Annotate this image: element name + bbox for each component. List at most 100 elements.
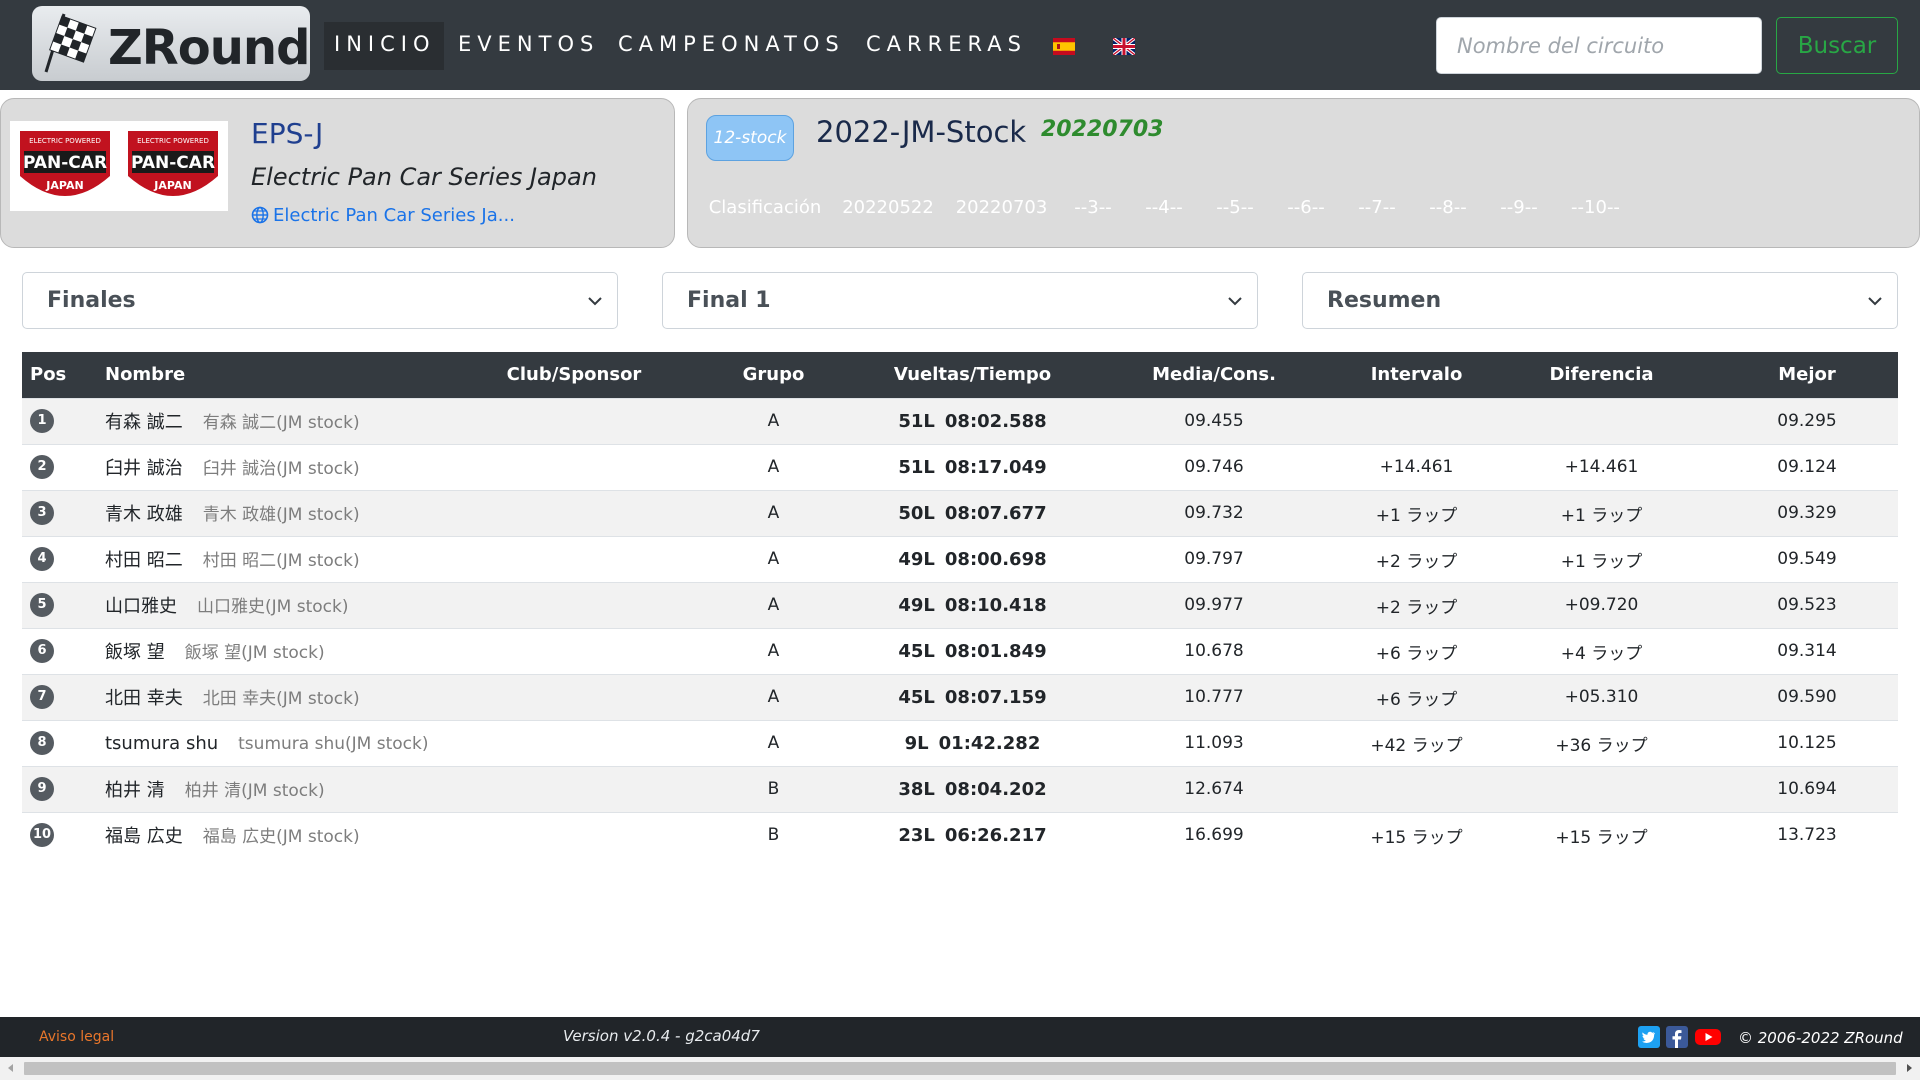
driver-registration: 山口雅史(JM stock) bbox=[197, 597, 349, 617]
col-header-difference[interactable]: Diferencia bbox=[1487, 352, 1716, 398]
driver-name[interactable]: 飯塚 望 bbox=[105, 642, 165, 663]
table-row[interactable]: 10 福島 広史 福島 広史(JM stock) B 23L 06:26.217 16.69… bbox=[22, 811, 1898, 858]
club-website-link[interactable]: Electric Pan Car Series Ja... bbox=[251, 205, 515, 226]
nav-eventos[interactable]: EVENTOS bbox=[458, 0, 599, 90]
search-button[interactable]: Buscar bbox=[1776, 17, 1898, 74]
driver-name[interactable]: 有森 誠二 bbox=[105, 412, 183, 433]
view-value: Resumen bbox=[1327, 288, 1442, 313]
name-cell: 村田 昭二 村田 昭二(JM stock) bbox=[90, 535, 464, 582]
youtube-icon[interactable] bbox=[1695, 1026, 1721, 1048]
scrollbar-thumb[interactable] bbox=[24, 1062, 1896, 1075]
round-button[interactable]: --4-- bbox=[1135, 185, 1193, 231]
driver-name[interactable]: tsumura shu bbox=[105, 733, 218, 754]
col-header-club[interactable]: Club/Sponsor bbox=[464, 352, 684, 398]
driver-name[interactable]: 山口雅史 bbox=[105, 596, 177, 617]
scroll-right-icon[interactable] bbox=[1902, 1061, 1916, 1075]
group-cell: A bbox=[684, 627, 863, 674]
driver-name[interactable]: 北田 幸夫 bbox=[105, 688, 183, 709]
difference-cell bbox=[1487, 397, 1716, 444]
average-cell: 09.746 bbox=[1082, 443, 1346, 490]
twitter-icon[interactable] bbox=[1638, 1026, 1660, 1048]
laps-value: 45L bbox=[898, 640, 935, 662]
interval-cell: +2 ラップ bbox=[1346, 581, 1487, 628]
difference-cell: +09.720 bbox=[1487, 581, 1716, 628]
flag-gb-icon[interactable] bbox=[1113, 38, 1135, 55]
nav-campeonatos[interactable]: CAMPEONATOS bbox=[618, 0, 845, 90]
table-row[interactable]: 7 北田 幸夫 北田 幸夫(JM stock) A 45L 08:07.159 10.777… bbox=[22, 673, 1898, 720]
table-row[interactable]: 2 臼井 誠治 臼井 誠治(JM stock) A 51L 08:17.049 09.746… bbox=[22, 443, 1898, 490]
session-select[interactable]: Final 1 bbox=[662, 272, 1258, 329]
table-row[interactable]: 1 有森 誠二 有森 誠二(JM stock) A 51L 08:02.588 09.455… bbox=[22, 397, 1898, 444]
col-header-pos[interactable]: Pos bbox=[22, 352, 90, 398]
round-button[interactable]: --5-- bbox=[1206, 185, 1264, 231]
time-value: 08:04.202 bbox=[944, 778, 1047, 800]
interval-cell: +15 ラップ bbox=[1346, 811, 1487, 858]
position-badge: 4 bbox=[30, 547, 54, 571]
interval-cell: +2 ラップ bbox=[1346, 535, 1487, 582]
flag-es-icon[interactable] bbox=[1053, 38, 1075, 55]
round-button[interactable]: 20220522 bbox=[838, 185, 938, 231]
driver-name[interactable]: 村田 昭二 bbox=[105, 550, 183, 571]
circuit-search-input[interactable] bbox=[1436, 17, 1762, 74]
view-select[interactable]: Resumen bbox=[1302, 272, 1898, 329]
laps-value: 49L bbox=[898, 594, 935, 616]
best-lap-cell: 09.329 bbox=[1716, 489, 1898, 536]
col-header-name[interactable]: Nombre bbox=[90, 352, 464, 398]
round-button[interactable]: 20220703 bbox=[951, 185, 1052, 231]
club-cell bbox=[464, 719, 684, 766]
driver-name[interactable]: 柏井 清 bbox=[105, 780, 165, 801]
table-row[interactable]: 8 tsumura shu tsumura shu(JM stock) A 9L 01:4… bbox=[22, 719, 1898, 766]
round-button[interactable]: --3-- bbox=[1064, 185, 1122, 231]
driver-name[interactable]: 臼井 誠治 bbox=[105, 458, 183, 479]
col-header-average[interactable]: Media/Cons. bbox=[1082, 352, 1346, 398]
chevron-down-icon bbox=[1228, 297, 1242, 306]
driver-registration: 北田 幸夫(JM stock) bbox=[202, 689, 360, 709]
round-button[interactable]: --9-- bbox=[1490, 185, 1548, 231]
round-button[interactable]: --7-- bbox=[1348, 185, 1406, 231]
driver-name[interactable]: 福島 広史 bbox=[105, 826, 183, 847]
class-badge[interactable]: 12-stock bbox=[706, 115, 794, 161]
laps-time-cell: 38L 08:04.202 bbox=[863, 765, 1082, 812]
average-cell: 16.699 bbox=[1082, 811, 1346, 858]
legal-link[interactable]: Aviso legal bbox=[39, 1029, 114, 1045]
table-row[interactable]: 6 飯塚 望飯塚 望(JM stock) A 45L 08:01.849 10.678 +6… bbox=[22, 627, 1898, 674]
nav-carreras[interactable]: CARRERAS bbox=[866, 0, 1027, 90]
championship-title: 2022-JM-Stock bbox=[816, 115, 1027, 149]
zround-logo[interactable]: ZRound bbox=[32, 6, 310, 81]
time-value: 08:00.698 bbox=[944, 548, 1047, 570]
group-cell: A bbox=[684, 443, 863, 490]
position-badge: 8 bbox=[30, 731, 54, 755]
table-row[interactable]: 5 山口雅史 山口雅史(JM stock) A 49L 08:10.418 09.977 +2… bbox=[22, 581, 1898, 628]
horizontal-scrollbar[interactable] bbox=[0, 1057, 1920, 1080]
laps-value: 23L bbox=[898, 824, 935, 846]
laps-time-cell: 45L 08:01.849 bbox=[863, 627, 1082, 674]
table-row[interactable]: 9 柏井 清柏井 清(JM stock) B 38L 08:04.202 12.674 10… bbox=[22, 765, 1898, 812]
club-cell bbox=[464, 443, 684, 490]
round-button[interactable]: --8-- bbox=[1419, 185, 1477, 231]
difference-cell: +05.310 bbox=[1487, 673, 1716, 720]
average-cell: 09.732 bbox=[1082, 489, 1346, 536]
col-header-group[interactable]: Grupo bbox=[684, 352, 863, 398]
facebook-icon[interactable] bbox=[1666, 1026, 1688, 1048]
col-header-laps-time[interactable]: Vueltas/Tiempo bbox=[863, 352, 1082, 398]
table-row[interactable]: 3 青木 政雄 青木 政雄(JM stock) A 50L 08:07.677 09.732… bbox=[22, 489, 1898, 536]
round-button[interactable]: --6-- bbox=[1277, 185, 1335, 231]
time-value: 01:42.282 bbox=[938, 732, 1041, 754]
driver-registration: 飯塚 望(JM stock) bbox=[184, 643, 325, 663]
svg-text:JAPAN: JAPAN bbox=[45, 179, 83, 192]
table-row[interactable]: 4 村田 昭二 村田 昭二(JM stock) A 49L 08:00.698 09.797… bbox=[22, 535, 1898, 582]
scroll-left-icon[interactable] bbox=[4, 1061, 18, 1075]
col-header-best[interactable]: Mejor bbox=[1716, 352, 1898, 398]
driver-registration: 青木 政雄(JM stock) bbox=[202, 505, 360, 525]
col-header-interval[interactable]: Intervalo bbox=[1346, 352, 1487, 398]
round-button-classification[interactable]: Clasificación bbox=[704, 185, 826, 231]
nav-inicio[interactable]: INICIO bbox=[324, 22, 444, 70]
version-text: Version v2.0.4 - g2ca04d7 bbox=[563, 1027, 760, 1045]
session-type-select[interactable]: Finales bbox=[22, 272, 618, 329]
position-badge: 7 bbox=[30, 685, 54, 709]
driver-name[interactable]: 青木 政雄 bbox=[105, 504, 183, 525]
round-button[interactable]: --10-- bbox=[1561, 185, 1630, 231]
best-lap-cell: 09.590 bbox=[1716, 673, 1898, 720]
pos-cell: 4 bbox=[22, 535, 90, 582]
driver-registration: 柏井 清(JM stock) bbox=[184, 781, 325, 801]
